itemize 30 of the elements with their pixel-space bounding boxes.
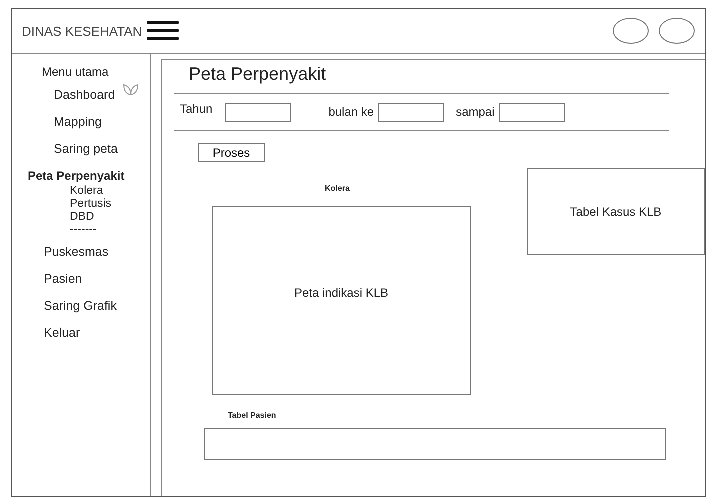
submenu-item[interactable]: Kolera xyxy=(70,185,150,198)
menu-icon[interactable] xyxy=(147,20,180,42)
sidebar-item[interactable]: Mapping xyxy=(54,115,102,129)
process-button[interactable]: Proses xyxy=(198,143,265,162)
leaf-icon xyxy=(123,84,140,96)
submenu-item[interactable]: DBD xyxy=(70,211,150,224)
submenu-item[interactable]: ------- xyxy=(70,224,150,237)
map-placeholder-text: Peta indikasi KLB xyxy=(294,286,389,300)
filter-label: sampai xyxy=(456,105,495,119)
filter-label: Tahun xyxy=(180,102,213,116)
filter-label: bulan ke xyxy=(328,105,374,119)
page-title: Peta Perpenyakit xyxy=(189,64,328,85)
sidebar-item[interactable]: Keluar xyxy=(44,326,80,340)
menu-heading: Menu utama xyxy=(42,65,110,79)
map-caption: Kolera xyxy=(325,184,350,193)
sidebar-item[interactable]: Puskesmas xyxy=(44,245,109,259)
header-button[interactable] xyxy=(613,18,649,44)
sidebar-item[interactable]: Peta Perpenyakit xyxy=(28,169,125,183)
sidebar-item[interactable]: Saring Grafik xyxy=(44,299,117,313)
input-field[interactable] xyxy=(378,102,444,122)
input-field[interactable] xyxy=(498,102,565,122)
app-title: DINAS KESEHATAN xyxy=(22,24,142,38)
sidebar-item[interactable]: Saring peta xyxy=(54,142,118,156)
case-table-text: Tabel Kasus KLB xyxy=(570,204,662,218)
sidebar-item[interactable]: Dashboard xyxy=(54,88,116,102)
input-field[interactable] xyxy=(224,102,291,122)
table-label: Tabel Pasien xyxy=(228,411,278,420)
submenu-item[interactable]: Pertusis xyxy=(70,198,150,211)
sidebar-item[interactable]: Pasien xyxy=(44,272,82,286)
header-button[interactable] xyxy=(659,18,695,44)
